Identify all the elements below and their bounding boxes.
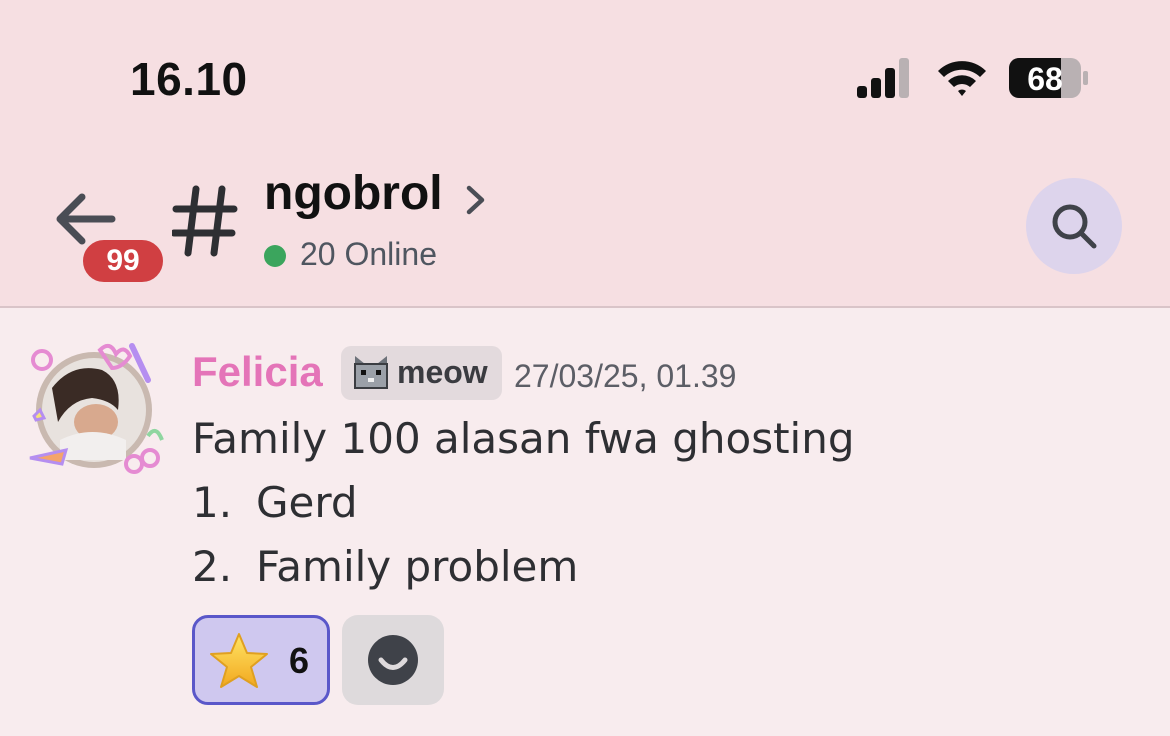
wifi-icon — [938, 61, 986, 96]
channel-name[interactable]: ngobrol — [264, 166, 443, 221]
smiley-icon — [368, 635, 418, 685]
message-text: Family 100 alasan fwa ghosting — [192, 414, 855, 463]
channel-header: 16.10 68 99 ngobrol 20 Online — [0, 0, 1170, 308]
star-icon — [210, 633, 268, 688]
unread-badge: 99 — [80, 237, 166, 285]
avatar[interactable] — [22, 340, 166, 480]
list-item-number: 1. — [192, 478, 233, 527]
list-item: Family problem — [256, 542, 579, 591]
chevron-right-icon[interactable] — [464, 182, 488, 218]
search-button[interactable] — [1026, 178, 1122, 274]
status-time: 16.10 — [130, 53, 248, 105]
add-reaction-button[interactable] — [342, 615, 444, 705]
server-tag-label: meow — [397, 354, 488, 390]
cat-icon — [354, 356, 388, 389]
list-item-number: 2. — [192, 542, 233, 591]
list-item: Gerd — [256, 478, 358, 527]
online-count: 20 Online — [300, 236, 437, 272]
signal-icon — [857, 58, 909, 98]
server-tag[interactable]: meow — [341, 346, 502, 400]
reaction-count: 6 — [289, 640, 310, 681]
message-timestamp: 27/03/25, 01.39 — [514, 358, 737, 394]
online-indicator — [264, 245, 286, 267]
reaction-star[interactable]: 6 — [192, 615, 330, 705]
search-icon — [1052, 204, 1097, 249]
battery-level: 68 — [1027, 61, 1063, 97]
hash-icon — [172, 185, 238, 257]
message-author[interactable]: Felicia — [192, 348, 323, 396]
